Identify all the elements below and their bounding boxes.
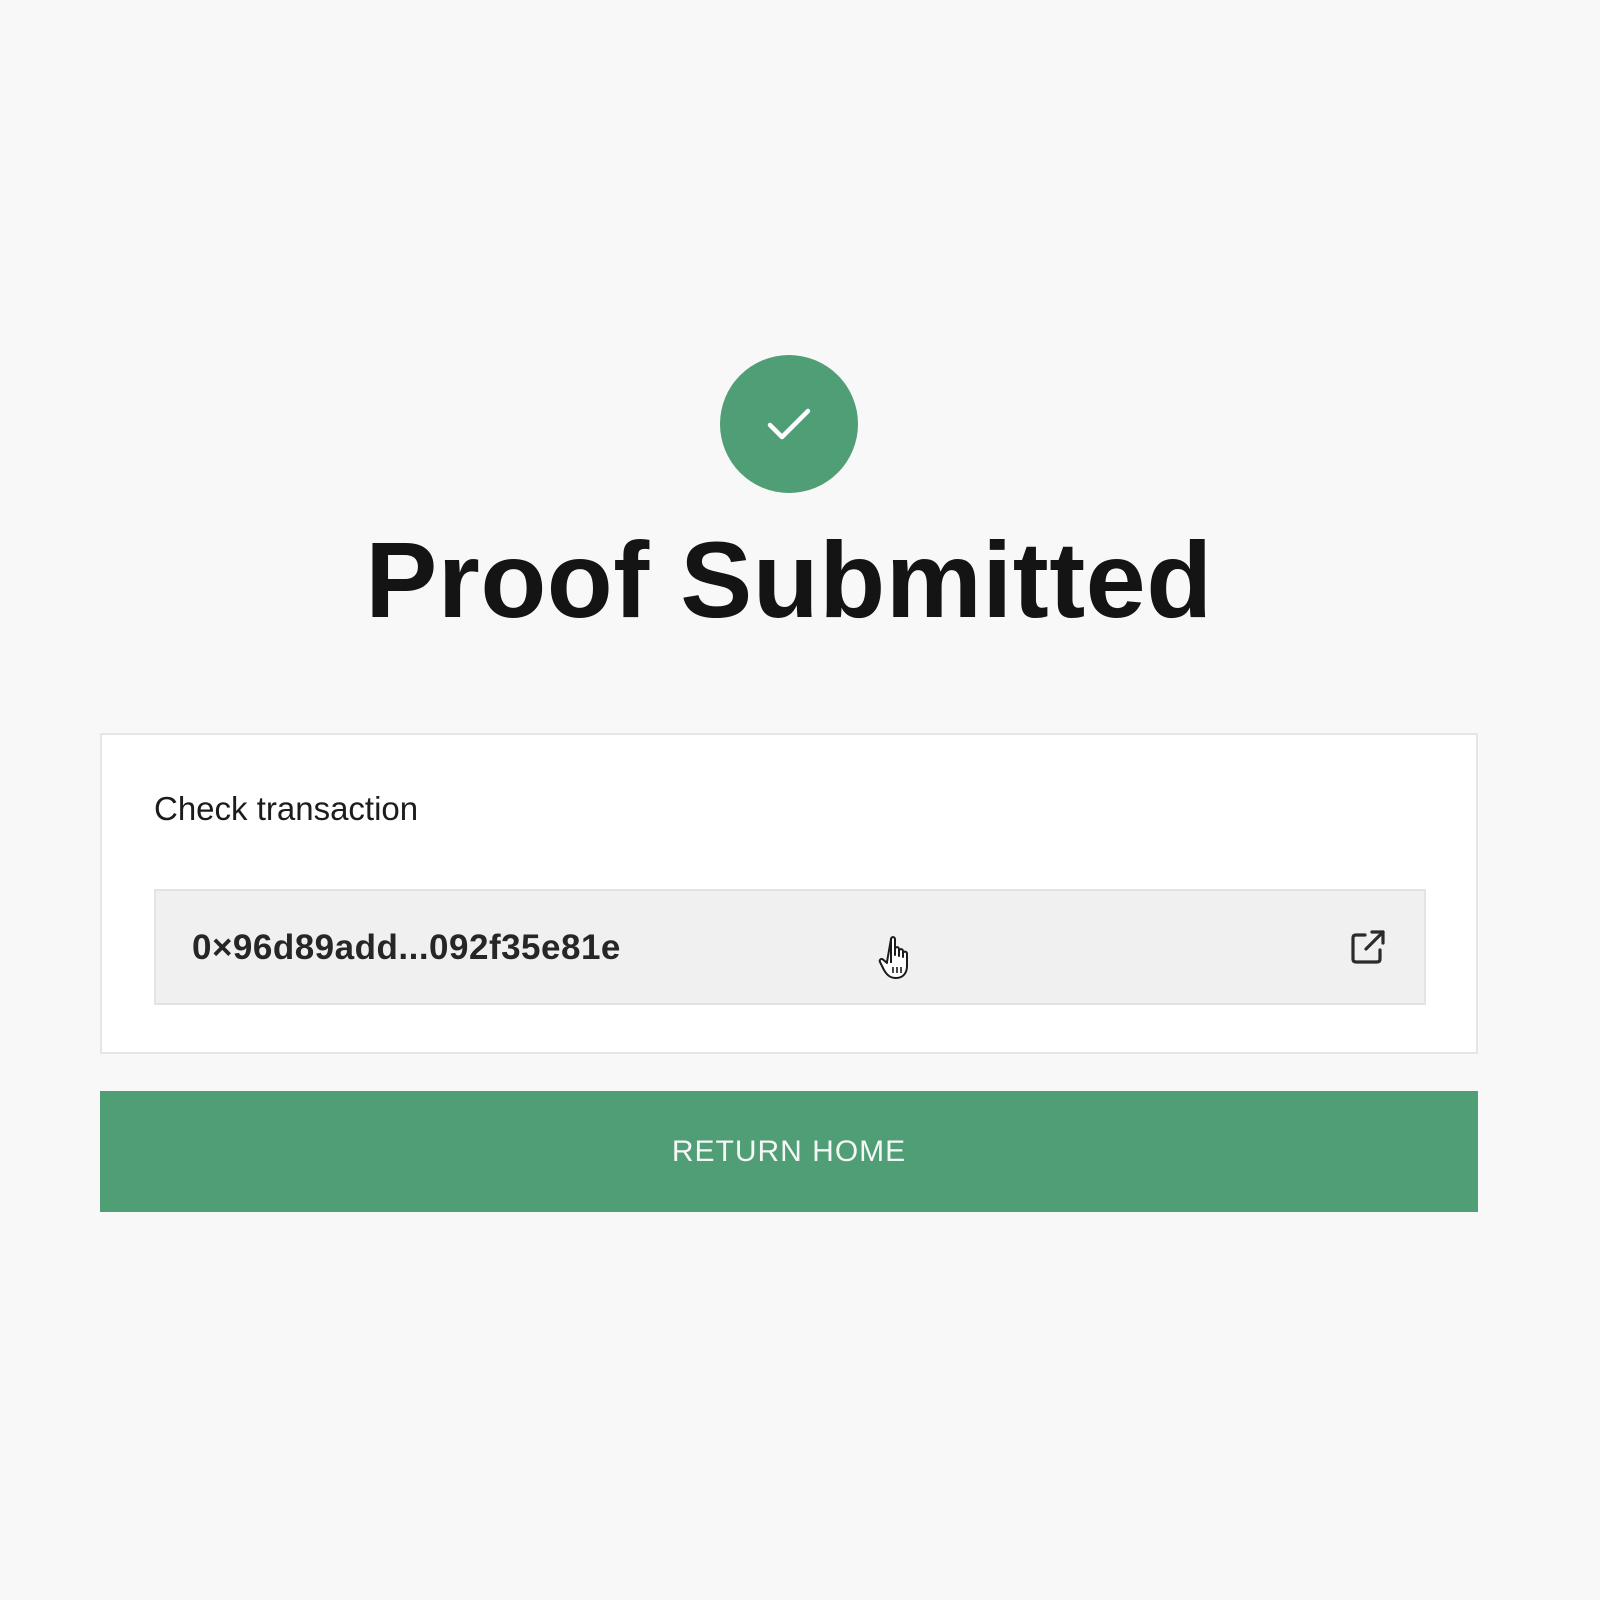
return-home-button[interactable]: RETURN HOME xyxy=(100,1091,1478,1212)
transaction-hash-link[interactable]: 0×96d89add...092f35e81e xyxy=(154,889,1426,1005)
external-link-icon[interactable] xyxy=(1348,927,1388,967)
transaction-hash: 0×96d89add...092f35e81e xyxy=(192,928,621,967)
page-title: Proof Submitted xyxy=(365,519,1213,640)
proof-submitted-screen: Proof Submitted Check transaction 0×96d8… xyxy=(0,0,1600,1600)
check-icon xyxy=(767,408,811,440)
transaction-card: Check transaction 0×96d89add...092f35e81… xyxy=(100,733,1478,1054)
transaction-label: Check transaction xyxy=(154,790,419,827)
success-badge xyxy=(720,355,858,493)
pointer-hand-cursor-icon xyxy=(878,936,908,979)
